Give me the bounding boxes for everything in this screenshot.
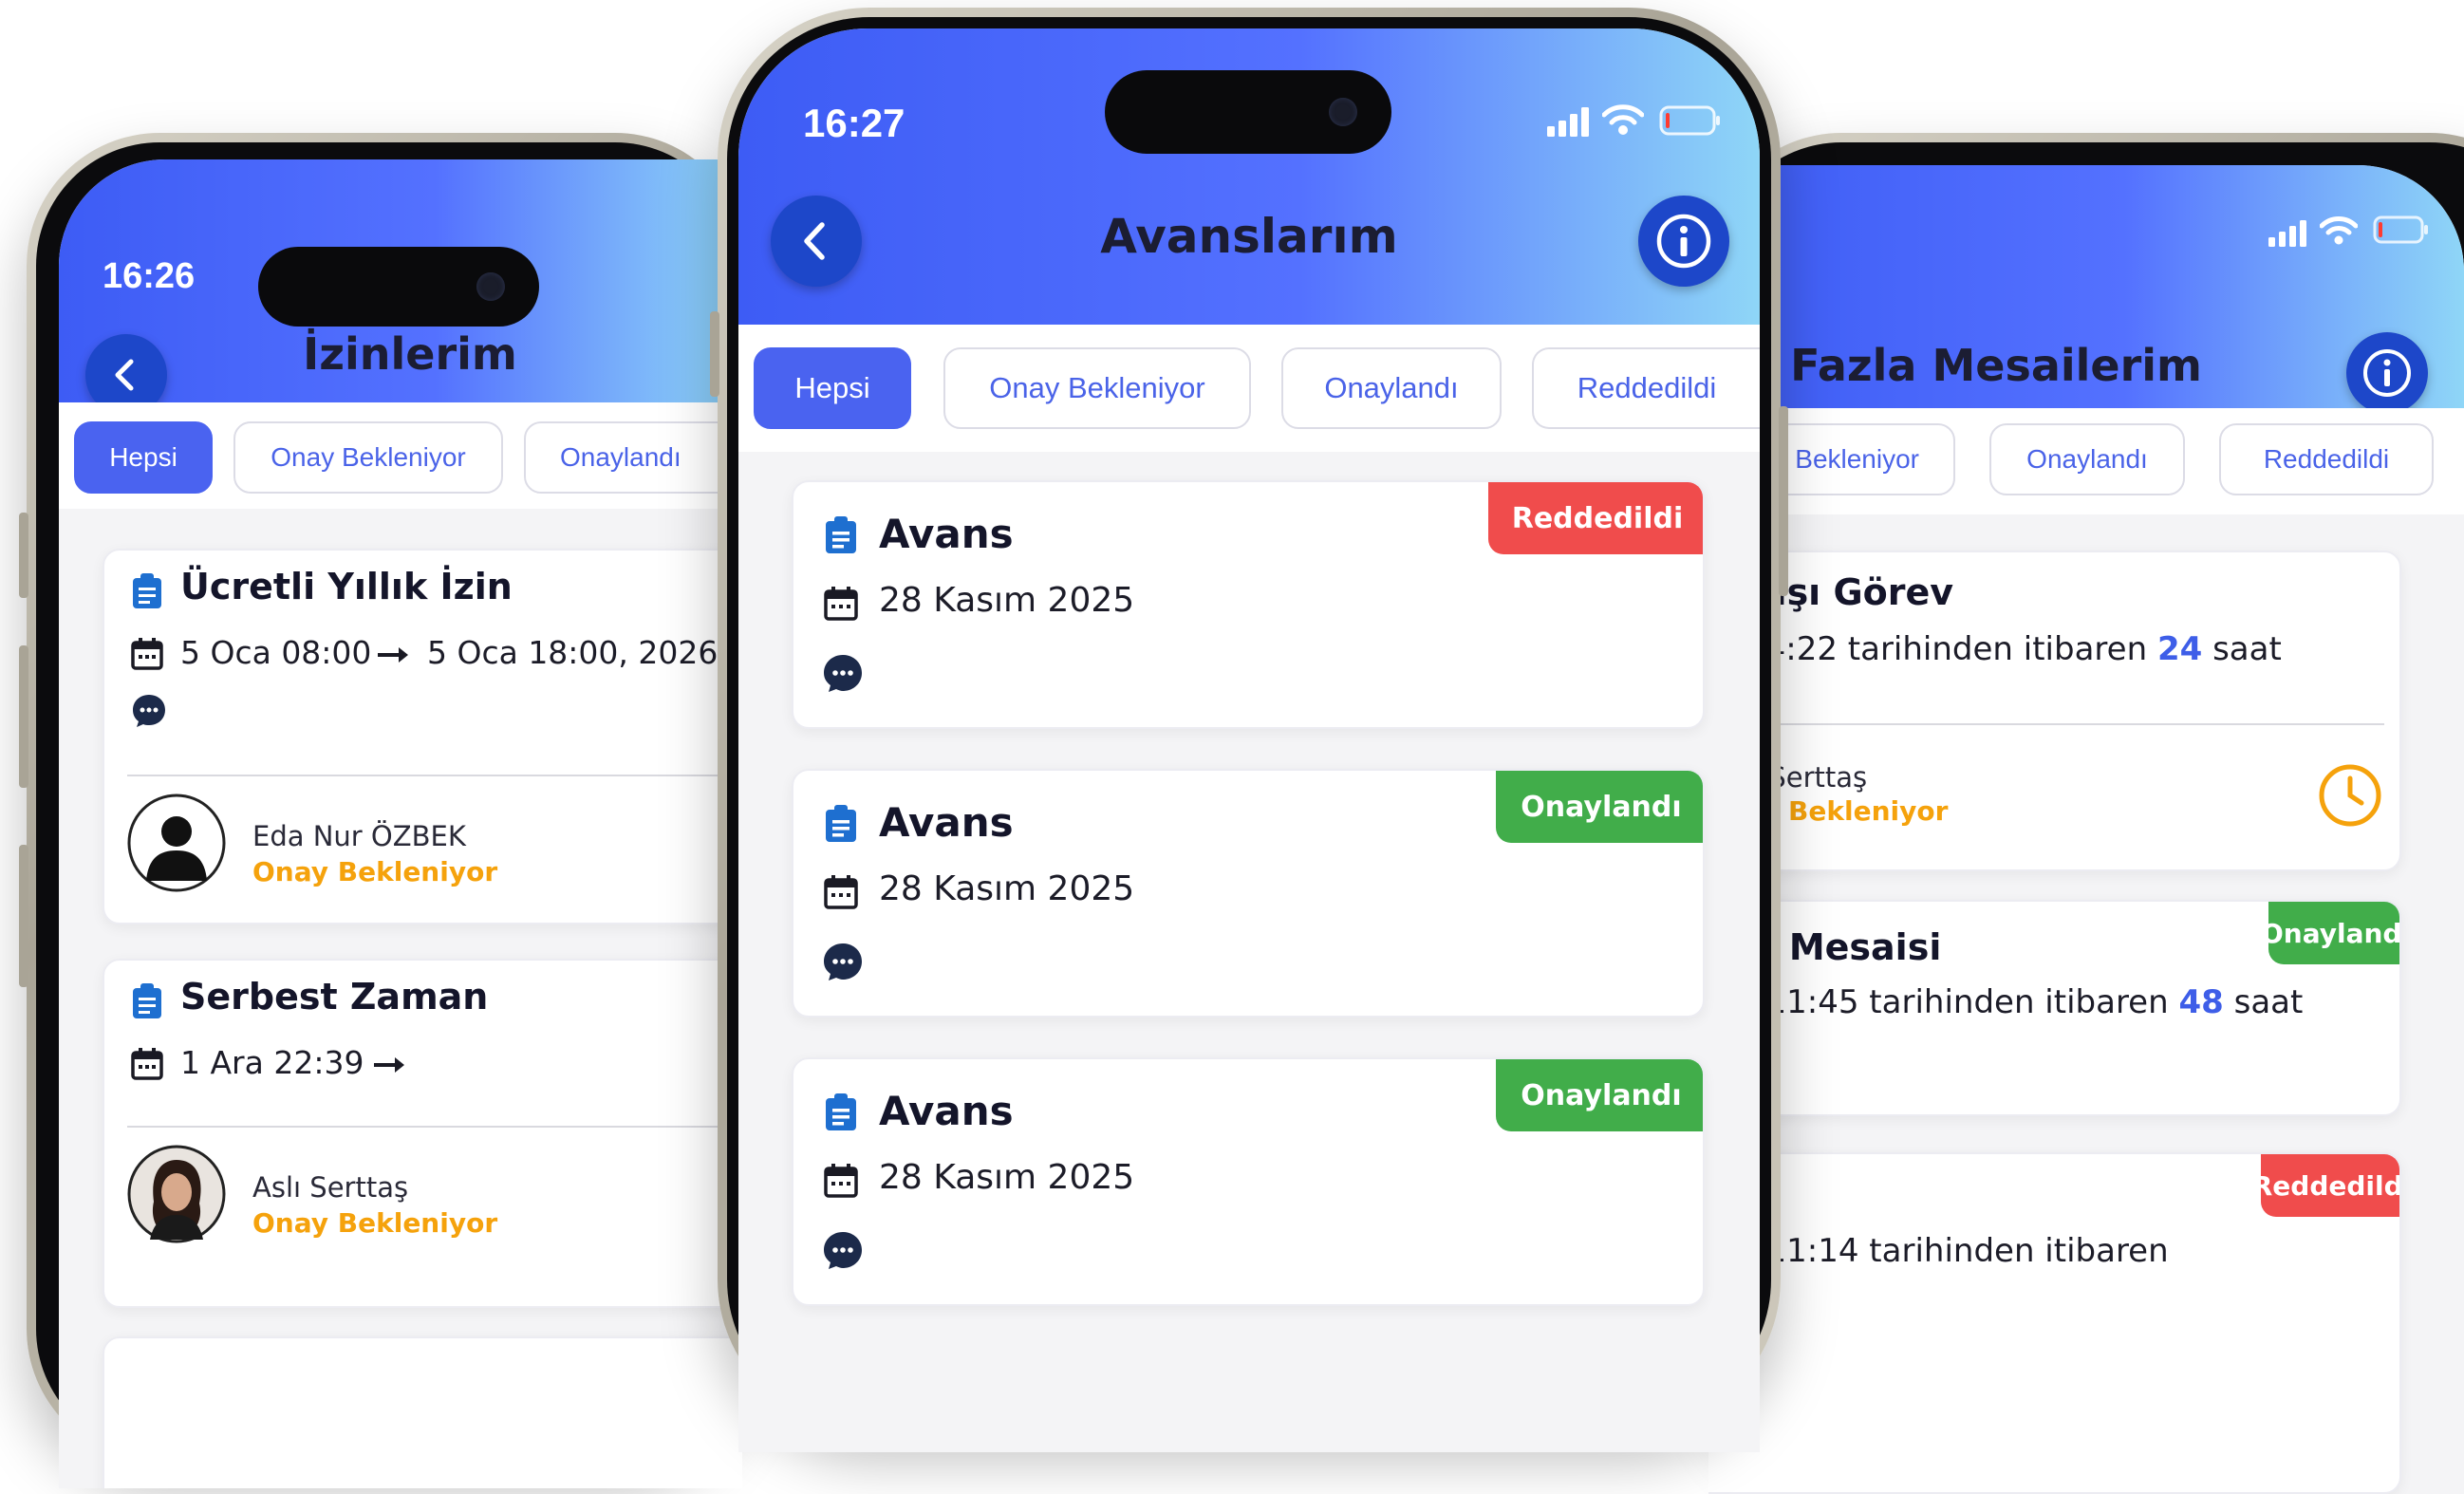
calendar-icon [824,1164,858,1198]
calendar-icon [824,587,858,621]
tab-approved[interactable]: Onaylandı [524,421,742,494]
clipboard-icon [826,516,856,553]
filter-tabs: Hepsi Onay Bekleniyor Onaylandı [59,402,742,509]
comment-icon[interactable] [131,693,167,729]
clipboard-icon [826,805,856,842]
leave-card[interactable] [103,1336,742,1488]
leave-card[interactable]: Serbest Zaman 1 Ara 22:39 Aslı Serttaş O… [103,959,742,1308]
avatar [127,1145,226,1243]
calendar-icon [824,875,858,909]
overtime-card[interactable]: Dışı Görev 14:22 tarihinden itibaren 24 … [1708,551,2401,871]
divider [127,1126,742,1128]
camera-icon [476,272,505,301]
filter-tabs: Onay Bekleniyor Onaylandı Reddedildi [1708,408,2464,514]
tab-approved[interactable]: Onaylandı [1281,347,1502,429]
advance-title: Avans [879,511,1014,557]
overtime-card[interactable]: Reddedildi s 11:14 tarihinden itibaren ı… [1708,1152,2401,1494]
side-button [710,311,719,397]
power-button [1779,406,1788,596]
status-badge: Onaylandı [1496,1059,1703,1131]
info-button[interactable] [1638,196,1729,287]
status-badge: Reddedildi [1488,482,1703,554]
overtime-detail: s 11:45 tarihinden itibaren 48 saat [1739,983,2304,1021]
left-screen: 16:26 İzinlerim Hepsi Onay Bekleniyor On… [59,159,742,1488]
approver-name: Aslı Serttaş [252,1171,409,1204]
overtime-detail: s 11:14 tarihinden itibaren [1739,1232,2169,1270]
comment-icon[interactable] [822,653,864,695]
advance-card[interactable]: Reddedildi Avans 28 Kasım 2025 [792,480,1705,729]
tab-all[interactable]: Hepsi [754,347,911,429]
chevron-left-icon [115,359,134,391]
tab-approved[interactable]: Onaylandı [1989,423,2185,495]
advance-card[interactable]: Onaylandı Avans 28 Kasım 2025 [792,1057,1705,1306]
clipboard-icon [133,983,161,1018]
center-phone: 16:27 Avanslarım Hepsi Onay Bekleniyor O… [710,8,1788,1452]
overtime-detail: 14:22 tarihinden itibaren 24 saat [1745,630,2282,668]
status-time: 16:27 [803,101,905,145]
signal-icon [1547,107,1589,137]
info-button[interactable] [2346,332,2428,414]
left-phone: 16:26 İzinlerim Hepsi Onay Bekleniyor On… [19,133,748,1488]
signal-icon [2268,220,2306,247]
leave-type: Ücretli Yıllık İzin [180,566,513,607]
wifi-icon [2320,216,2358,245]
divider [1710,723,2384,725]
avatar [127,794,226,892]
clipboard-icon [133,573,161,608]
status-badge: Reddedildi [2252,1154,2399,1217]
tab-rejected[interactable]: Reddedildi [2219,423,2434,495]
advance-date: 28 Kasım 2025 [879,581,1135,620]
dynamic-island [1105,70,1391,154]
arrow-right-icon [374,1057,404,1073]
volume-button [19,845,28,987]
camera-icon [1329,98,1357,126]
date-from: 5 Oca 08:00 [180,634,372,671]
date-to: 5 Oca 18:00, 2026 [427,634,719,671]
calendar-icon [131,1048,163,1080]
wifi-icon [1602,104,1644,135]
advance-date: 28 Kasım 2025 [879,1158,1135,1197]
status-time: 16:26 [103,256,196,296]
arrow-right-icon [378,647,408,663]
comment-icon[interactable] [822,942,864,983]
battery-icon [1659,105,1720,136]
right-screen: Fazla Mesailerim Onay Bekleniyor Onaylan… [1708,165,2464,1494]
tab-pending[interactable]: Onay Bekleniyor [943,347,1251,429]
comment-icon[interactable] [822,1230,864,1272]
overtime-card[interactable]: Onaylandı m Mesaisi s 11:45 tarihinden i… [1708,900,2401,1116]
back-button[interactable] [771,196,862,287]
approver-name: Eda Nur ÖZBEK [252,820,466,852]
status-badge: Onaylandı [1496,771,1703,843]
battery-icon [2373,215,2428,244]
advance-title: Avans [879,1088,1014,1134]
advance-card[interactable]: Onaylandı Avans 28 Kasım 2025 [792,769,1705,1018]
leave-type: Serbest Zaman [180,976,489,1018]
info-icon [1656,214,1711,269]
chevron-left-icon [804,222,825,260]
page-title: İzinlerim [303,328,517,380]
side-button [19,513,28,598]
advance-date: 28 Kasım 2025 [879,869,1135,908]
right-phone: Fazla Mesailerim Onay Bekleniyor Onaylan… [1708,133,2464,1494]
tab-pending[interactable]: Onay Bekleniyor [233,421,503,494]
clock-icon [2319,764,2381,827]
date-from: 1 Ara 22:39 [180,1044,364,1081]
filter-tabs: Hepsi Onay Bekleniyor Onaylandı Reddedil… [738,325,1760,452]
volume-button [19,645,28,788]
approval-status: Onay Bekleniyor [252,856,498,887]
tab-rejected[interactable]: Reddedildi [1532,347,1760,429]
divider [127,775,742,776]
calendar-icon [131,638,163,670]
page-title: Avanslarım [1100,209,1398,264]
tab-all[interactable]: Hepsi [74,421,213,494]
leave-card[interactable]: Ücretli Yıllık İzin 5 Oca 08:00 5 Oca 18… [103,549,742,924]
approval-status: Onay Bekleniyor [252,1207,498,1239]
advance-title: Avans [879,799,1014,846]
center-screen: 16:27 Avanslarım Hepsi Onay Bekleniyor O… [738,28,1760,1452]
clipboard-icon [826,1093,856,1130]
info-icon [2363,349,2411,397]
page-title: Fazla Mesailerim [1790,340,2202,391]
dynamic-island [258,247,539,327]
status-badge: Onaylandı [2261,902,2399,964]
